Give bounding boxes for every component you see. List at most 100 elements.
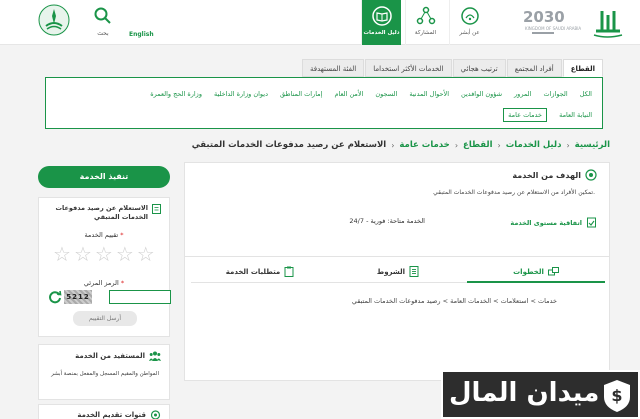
nav-participation[interactable]: المشاركة: [405, 0, 445, 45]
sector-item-ministry-diwan[interactable]: ديوان وزارة الداخلية: [214, 90, 268, 98]
saudi-emblem-logo[interactable]: [38, 4, 70, 36]
steps-content: خدمات > استعلامات > الخدمات العامة > رصي…: [351, 297, 557, 305]
captcha-row: 5212: [48, 290, 171, 304]
breadcrumb-services-guide[interactable]: دليل الخدمات: [506, 140, 562, 150]
service-level-label: اتفاقية مستوى الخدمة: [510, 218, 582, 227]
breadcrumb-separator: ›: [391, 140, 395, 150]
svg-text:2030: 2030: [523, 8, 565, 26]
channels-card: قنوات تقديم الخدمة: [38, 404, 170, 419]
captcha-label: الرمز المرئي *: [39, 279, 169, 287]
sector-item-passports[interactable]: الجوازات: [543, 90, 567, 98]
svg-text:$: $: [611, 386, 622, 405]
vision-2030-absher-logo[interactable]: 2030 KINGDOM OF SAUDI ARABIA: [520, 5, 630, 41]
tab-requirements-label: متطلبات الخدمة: [225, 267, 281, 276]
svg-text:KINGDOM OF SAUDI ARABIA: KINGDOM OF SAUDI ARABIA: [525, 26, 581, 31]
tab-community-members[interactable]: أفراد المجتمع: [506, 59, 562, 77]
star-icon[interactable]: ☆: [116, 244, 134, 264]
rating-stars: ☆ ☆ ☆ ☆ ☆: [53, 244, 155, 264]
send-rating-button[interactable]: أرسل التقييم: [73, 311, 137, 326]
share-icon: [416, 6, 435, 25]
steps-icon: [547, 267, 559, 276]
rating-label: تقييم الخدمة *: [39, 231, 169, 239]
captcha-image: 5212: [64, 290, 92, 304]
book-icon: [371, 6, 392, 26]
breadcrumb-sector[interactable]: القطاع: [463, 140, 493, 150]
captcha-input[interactable]: [109, 290, 171, 304]
beneficiary-header: المستفيد من الخدمة: [75, 351, 161, 361]
sector-item-prisons[interactable]: السجون: [375, 90, 397, 98]
sector-tabs: القطاع أفراد المجتمع ترتيب هجائي الخدمات…: [301, 59, 603, 77]
execute-service-button[interactable]: تنفيذ الخدمة: [38, 166, 170, 188]
nav-services-guide[interactable]: دليل الخدمات: [361, 0, 401, 45]
sector-item-all[interactable]: الكل: [580, 90, 592, 98]
document-icon: [152, 204, 161, 214]
rating-card-title: الاستعلام عن رصيد مدفوعات الخدمات المتبق…: [43, 204, 161, 222]
search-label: بحث: [97, 30, 109, 37]
sector-item-expat-affairs[interactable]: شؤون الوافدين: [461, 90, 502, 98]
people-icon: [149, 351, 161, 361]
service-level-agreement[interactable]: اتفاقية مستوى الخدمة: [510, 217, 597, 228]
refresh-icon[interactable]: [48, 290, 62, 304]
document-check-icon: [587, 217, 596, 228]
tab-conditions-label: الشروط: [376, 267, 406, 276]
tab-steps[interactable]: الخطوات: [467, 261, 605, 283]
breadcrumb: الرئيسية › دليل الخدمات › القطاع › خدمات…: [192, 140, 610, 150]
star-icon[interactable]: ☆: [95, 244, 113, 264]
breadcrumb-separator: ›: [497, 140, 501, 150]
sector-row-2: النيابة العامة خدمات عامة: [503, 108, 592, 122]
required-asterisk: *: [120, 231, 124, 239]
watermark-overlay: ميدان المال $: [441, 370, 640, 419]
service-details-card: الخطوات الشروط متطلبات الخدمة خدمات > اس…: [184, 256, 610, 381]
tab-most-used[interactable]: الخدمات الأكثر استخداما: [365, 59, 452, 77]
target-icon: [585, 169, 597, 181]
details-tabs: الخطوات الشروط متطلبات الخدمة: [191, 261, 605, 283]
star-icon[interactable]: ☆: [53, 244, 71, 264]
sector-item-general-services[interactable]: خدمات عامة: [503, 108, 548, 122]
sector-item-civil-affairs[interactable]: الأحوال المدنية: [409, 90, 449, 98]
sector-item-traffic[interactable]: المرور: [514, 90, 531, 98]
breadcrumb-separator: ›: [454, 140, 459, 150]
watermark-text: ميدان المال: [449, 378, 600, 408]
sector-list-box: الكل الجوازات المرور شؤون الوافدين الأحو…: [45, 77, 603, 129]
tab-target-audience[interactable]: الفئة المستهدفة: [302, 59, 365, 77]
tab-alphabetical[interactable]: ترتيب هجائي: [452, 59, 506, 77]
tab-steps-label: الخطوات: [513, 267, 544, 276]
tab-sector[interactable]: القطاع: [562, 59, 603, 77]
sector-item-regions[interactable]: إمارات المناطق: [280, 90, 322, 98]
beneficiary-title: المستفيد من الخدمة: [75, 352, 145, 360]
search-icon: [94, 7, 111, 24]
nav-services-guide-label: دليل الخدمات: [363, 30, 400, 36]
rating-label-text: تقييم الخدمة: [84, 231, 119, 239]
list-icon: [409, 266, 419, 277]
language-switch-link[interactable]: English: [129, 31, 154, 38]
channels-title: قنوات تقديم الخدمة: [77, 411, 146, 419]
top-header: بحث English دليل الخدمات المشاركة عن أبش…: [0, 0, 640, 45]
channels-icon: [150, 410, 161, 419]
channels-header: قنوات تقديم الخدمة: [77, 410, 161, 419]
sector-item-public-prosecution[interactable]: النيابة العامة: [559, 108, 592, 122]
goal-description: تمكين الأفراد من الاستعلام عن رصيد مدفوع…: [433, 189, 595, 196]
rating-card: الاستعلام عن رصيد مدفوعات الخدمات المتبق…: [38, 197, 171, 337]
search-button[interactable]: بحث: [82, 0, 124, 45]
rating-service-name: الاستعلام عن رصيد مدفوعات الخدمات المتبق…: [55, 204, 148, 221]
sector-item-hajj-ministry[interactable]: وزارة الحج والعمرة: [150, 90, 202, 98]
clipboard-icon: [284, 266, 294, 277]
goal-header: الهدف من الخدمة: [512, 169, 597, 181]
beneficiary-description: المواطن والمقيم المسجل والمفعل بمنصة أبش…: [51, 371, 159, 377]
breadcrumb-general-services[interactable]: خدمات عامة: [399, 140, 449, 150]
breadcrumb-home[interactable]: الرئيسية: [575, 140, 610, 150]
breadcrumb-separator: ›: [566, 140, 570, 150]
captcha-label-text: الرمز المرئي: [83, 279, 119, 287]
tab-requirements[interactable]: متطلبات الخدمة: [191, 261, 329, 282]
breadcrumb-current: الاستعلام عن رصيد مدفوعات الخدمات المتبق…: [191, 140, 387, 150]
nav-about-absher-label: عن أبشر: [459, 30, 480, 36]
sector-item-public-security[interactable]: الأمن العام: [334, 90, 363, 98]
star-icon[interactable]: ☆: [74, 244, 92, 264]
tab-conditions[interactable]: الشروط: [329, 261, 467, 282]
shield-dollar-icon: $: [604, 380, 630, 412]
service-goal-card: الهدف من الخدمة تمكين الأفراد من الاستعل…: [184, 162, 610, 260]
sector-row-1: الكل الجوازات المرور شؤون الوافدين الأحو…: [150, 90, 592, 98]
nav-about-absher[interactable]: عن أبشر: [449, 0, 489, 45]
star-icon[interactable]: ☆: [137, 244, 155, 264]
info-icon: [460, 7, 479, 25]
